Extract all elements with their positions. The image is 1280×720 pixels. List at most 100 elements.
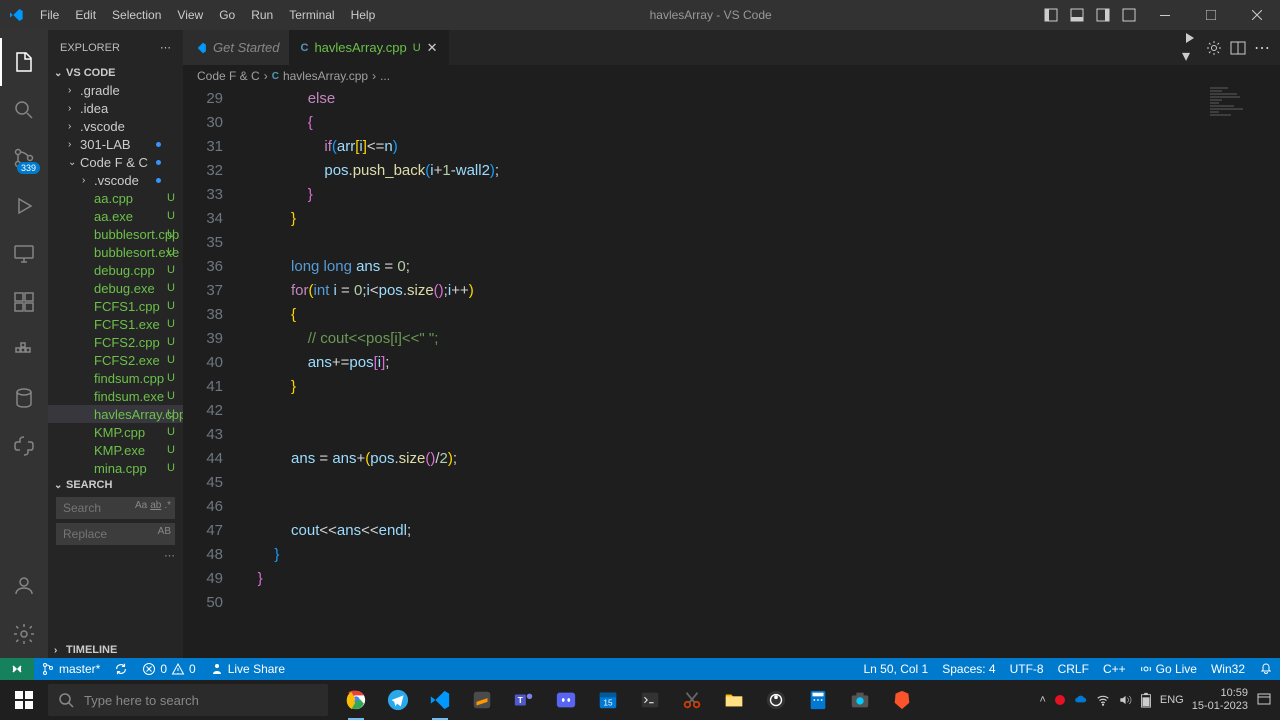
menu-view[interactable]: View [169,8,211,22]
tab-current-file[interactable]: C havlesArray.cpp U ✕ [290,30,448,65]
close-button[interactable] [1234,0,1280,30]
tree-item[interactable]: FCFS1.cppU [48,297,183,315]
menu-run[interactable]: Run [243,8,281,22]
eol[interactable]: CRLF [1051,658,1096,680]
app-obs[interactable] [756,680,796,720]
tree-item[interactable]: findsum.exeU [48,387,183,405]
tray-volume-icon[interactable] [1118,693,1132,707]
tray-notifications-icon[interactable] [1256,692,1272,708]
app-terminal[interactable] [630,680,670,720]
app-brave[interactable] [882,680,922,720]
liveshare-button[interactable]: Live Share [203,658,292,680]
minimize-button[interactable] [1142,0,1188,30]
app-camera[interactable] [840,680,880,720]
app-vscode[interactable] [420,680,460,720]
tree-item[interactable]: ›.vscode [48,171,183,189]
tray-battery-icon[interactable] [1140,692,1152,708]
tray-onedrive-icon[interactable] [1074,693,1088,707]
more-search-icon[interactable]: ⋯ [56,549,175,562]
tree-item[interactable]: findsum.cppU [48,369,183,387]
tray-wifi-icon[interactable] [1096,693,1110,707]
tray-lang[interactable]: ENG [1160,694,1184,706]
tree-item[interactable]: KMP.cppU [48,423,183,441]
activity-python[interactable] [0,422,48,470]
remote-button[interactable] [0,658,34,680]
activity-settings[interactable] [0,610,48,658]
menu-selection[interactable]: Selection [104,8,169,22]
close-tab-icon[interactable]: ✕ [427,40,438,56]
encoding[interactable]: UTF-8 [1003,658,1051,680]
app-calendar[interactable]: 15 [588,680,628,720]
tree-item[interactable]: bubblesort.exeU [48,243,183,261]
menu-edit[interactable]: Edit [67,8,104,22]
app-files[interactable] [714,680,754,720]
taskbar-search[interactable]: Type here to search [48,684,328,716]
tree-item[interactable]: ›.idea [48,99,183,117]
activity-run-debug[interactable] [0,182,48,230]
layout-panel-right-icon[interactable] [1090,0,1116,30]
app-discord[interactable] [546,680,586,720]
app-teams[interactable]: T [504,680,544,720]
tree-item[interactable]: aa.cppU [48,189,183,207]
menu-help[interactable]: Help [343,8,384,22]
breadcrumb[interactable]: Code F & C › C havlesArray.cpp › ... [183,65,1280,87]
menu-go[interactable]: Go [211,8,243,22]
activity-remote-explorer[interactable] [0,230,48,278]
tree-item[interactable]: FCFS1.exeU [48,315,183,333]
tree-item[interactable]: aa.exeU [48,207,183,225]
app-sublime[interactable] [462,680,502,720]
tree-item[interactable]: ›.gradle [48,81,183,99]
match-case-icon[interactable]: Aa [135,500,147,511]
tree-item[interactable]: debug.exeU [48,279,183,297]
run-dropdown-icon[interactable]: ▾ [1182,30,1198,66]
tray-clock[interactable]: 10:59 15-01-2023 [1192,687,1248,713]
tree-item[interactable]: debug.cppU [48,261,183,279]
tray-rec-icon[interactable] [1054,694,1066,706]
timeline-header[interactable]: › TIMELINE [48,642,183,658]
debug-settings-icon[interactable] [1206,40,1222,56]
more-actions-icon[interactable]: ⋯ [1254,38,1270,58]
tree-item[interactable]: ›.vscode [48,117,183,135]
git-branch[interactable]: master* [34,658,107,680]
regex-icon[interactable]: .* [164,500,171,511]
layout-customize-icon[interactable] [1116,0,1142,30]
app-chrome[interactable] [336,680,376,720]
start-button[interactable] [0,680,48,720]
app-telegram[interactable] [378,680,418,720]
app-calc[interactable] [798,680,838,720]
tree-item[interactable]: FCFS2.cppU [48,333,183,351]
code-content[interactable]: else { if(arr[i]<=n) pos.push_back(i+1-w… [241,87,1280,658]
more-icon[interactable]: ⋯ [160,41,171,54]
tree-item[interactable]: KMP.exeU [48,441,183,459]
code-editor[interactable]: 2930313233343536373839404142434445464748… [183,87,1280,658]
breadcrumb-file[interactable]: havlesArray.cpp [283,69,368,83]
maximize-button[interactable] [1188,0,1234,30]
tree-item[interactable]: bubblesort.cppU [48,225,183,243]
match-word-icon[interactable]: ab [150,500,161,511]
breadcrumb-ellipsis[interactable]: ... [380,69,390,83]
workspace-header[interactable]: ⌄ VS CODE [48,65,183,81]
activity-extensions[interactable] [0,278,48,326]
tree-item[interactable]: ›301-LAB [48,135,183,153]
minimap[interactable] [1210,87,1270,207]
layout-panel-bottom-icon[interactable] [1064,0,1090,30]
preserve-case-icon[interactable]: AB [158,526,171,537]
menu-file[interactable]: File [32,8,67,22]
tree-item[interactable]: mina.cppU [48,459,183,477]
menu-terminal[interactable]: Terminal [281,8,342,22]
tray-chevron-icon[interactable]: ˄ [1039,694,1045,706]
tab-get-started[interactable]: Get Started [183,30,290,65]
activity-search[interactable] [0,86,48,134]
breadcrumb-folder[interactable]: Code F & C [197,69,260,83]
app-snip[interactable] [672,680,712,720]
activity-explorer[interactable] [0,38,48,86]
activity-accounts[interactable] [0,562,48,610]
activity-database[interactable] [0,374,48,422]
indentation[interactable]: Spaces: 4 [935,658,1002,680]
split-editor-icon[interactable] [1230,40,1246,56]
language-mode[interactable]: C++ [1096,658,1133,680]
cursor-position[interactable]: Ln 50, Col 1 [857,658,936,680]
tree-item[interactable]: FCFS2.exeU [48,351,183,369]
layout-panel-left-icon[interactable] [1038,0,1064,30]
tree-item[interactable]: ⌄Code F & C [48,153,183,171]
